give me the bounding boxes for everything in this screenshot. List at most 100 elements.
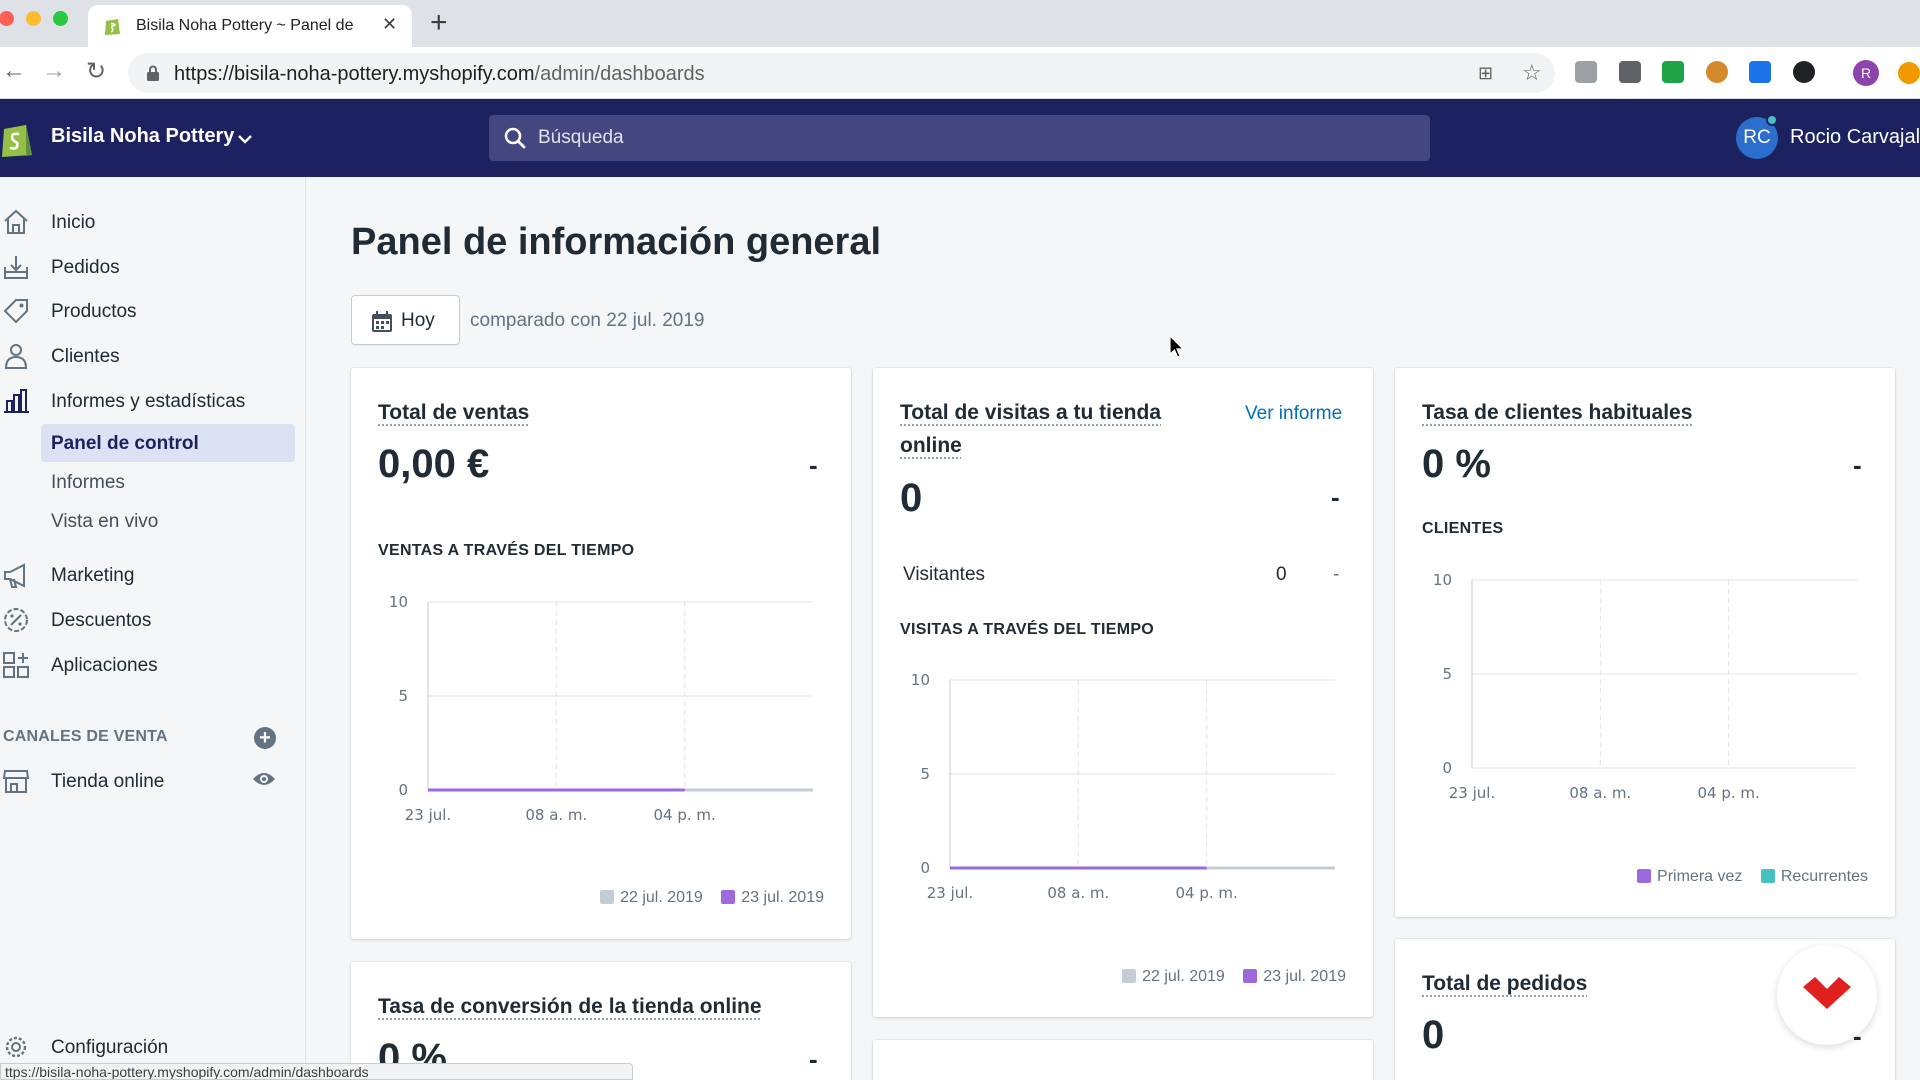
sidebar-item-marketing[interactable]: Marketing xyxy=(0,555,300,595)
update-icon[interactable] xyxy=(1898,62,1920,84)
x-tick-label: 04 p. m. xyxy=(654,806,716,824)
calendar-icon xyxy=(372,311,392,332)
status-bar-url: ttps://bisila-noha-pottery.myshopify.com… xyxy=(0,1063,633,1080)
tab-close-icon[interactable]: ✕ xyxy=(382,14,397,35)
translate-icon[interactable]: ⊞ xyxy=(1478,63,1493,84)
address-bar[interactable]: https://bisila-noha-pottery.myshopify.co… xyxy=(128,53,1555,93)
orders-card-title[interactable]: Total de pedidos xyxy=(1422,967,1587,1000)
search-input[interactable] xyxy=(538,125,1338,151)
admin-top-bar: Bisila Noha Pottery RC Rocio Carvajal xyxy=(0,99,1920,177)
sidebar-item-informes-estadisticas[interactable]: Informes y estadísticas xyxy=(0,381,300,421)
sales-total-value: 0,00 € xyxy=(378,442,490,486)
store-icon xyxy=(2,770,30,793)
new-tab-button[interactable]: + xyxy=(430,6,448,40)
bar-chart-icon xyxy=(4,389,29,413)
sidebar-item-label: Descuentos xyxy=(51,610,152,631)
sidebar-subitem-informes[interactable]: Informes xyxy=(41,463,295,501)
x-tick-label: 08 a. m. xyxy=(525,806,587,824)
sidebar-item-aplicaciones[interactable]: Aplicaciones xyxy=(0,645,300,685)
close-window-icon[interactable] xyxy=(0,11,14,26)
returning-rate-value: 0 % xyxy=(1422,442,1491,486)
y-tick-label: 0 xyxy=(920,859,930,877)
sales-change-indicator: - xyxy=(809,450,818,480)
visits-card-title[interactable]: Total de visitas a tu tienda online xyxy=(900,396,1161,462)
sidebar-subitem-label: Informes xyxy=(51,472,125,493)
sidebar-item-label: Configuración xyxy=(51,1037,169,1058)
y-tick-label: 0 xyxy=(398,781,408,799)
browser-profile-avatar[interactable]: R xyxy=(1853,60,1879,86)
orders-icon xyxy=(4,256,28,279)
view-report-link[interactable]: Ver informe xyxy=(1245,403,1342,425)
sidebar-subitem-panel-de-control[interactable]: Panel de control xyxy=(41,424,295,462)
y-tick-label: 5 xyxy=(1442,665,1452,683)
y-tick-label: 10 xyxy=(1433,571,1452,589)
orders-total-value: 0 xyxy=(1422,1013,1445,1057)
sidebar-item-inicio[interactable]: Inicio xyxy=(0,202,300,242)
sidebar-item-descuentos[interactable]: Descuentos xyxy=(0,600,300,640)
returning-customers-title[interactable]: Tasa de clientes habituales xyxy=(1422,396,1692,429)
x-tick-label: 23 jul. xyxy=(1449,784,1495,802)
browser-toolbar: ← → ↻ https://bisila-noha-pottery.myshop… xyxy=(0,47,1920,99)
reload-icon[interactable]: ↻ xyxy=(86,57,106,86)
camera-extension-icon[interactable] xyxy=(1575,61,1597,83)
browser-tab[interactable]: Bisila Noha Pottery ~ Panel de ✕ xyxy=(88,5,412,47)
x-tick-label: 04 p. m. xyxy=(1698,784,1760,802)
store-name[interactable]: Bisila Noha Pottery xyxy=(51,125,234,148)
heart-logo-icon xyxy=(1803,977,1851,1009)
sidebar-item-pedidos[interactable]: Pedidos xyxy=(0,247,300,287)
shopify-favicon-icon xyxy=(105,19,120,35)
tab-title: Bisila Noha Pottery ~ Panel de xyxy=(136,17,354,34)
sidebar-subitem-label: Panel de control xyxy=(51,433,199,454)
legend-item-current: 23 jul. 2019 xyxy=(721,889,824,906)
legend-item-previous: 22 jul. 2019 xyxy=(1122,968,1225,985)
sidebar-item-productos[interactable]: Productos xyxy=(0,291,300,331)
k-extension-icon[interactable] xyxy=(1793,61,1815,83)
megaphone-icon xyxy=(4,563,25,588)
y-tick-label: 10 xyxy=(389,593,408,611)
x-tick-label: 08 a. m. xyxy=(1047,884,1109,902)
search-icon xyxy=(504,127,526,149)
visitors-change: - xyxy=(1333,564,1340,585)
sidebar-item-clientes[interactable]: Clientes xyxy=(0,336,300,376)
cookie-extension-icon[interactable] xyxy=(1706,61,1728,83)
user-name[interactable]: Rocio Carvajal xyxy=(1790,126,1920,149)
y-tick-label: 5 xyxy=(398,687,408,705)
sales-card-title[interactable]: Total de ventas xyxy=(378,396,529,429)
visits-chart-heading: VISITAS A TRAVÉS DEL TIEMPO xyxy=(900,621,1155,638)
plus-extension-icon[interactable] xyxy=(1662,61,1684,83)
maximize-window-icon[interactable] xyxy=(53,11,68,26)
bookmark-star-icon[interactable]: ☆ xyxy=(1522,60,1542,86)
x-tick-label: 23 jul. xyxy=(405,806,451,824)
visits-card: Total de visitas a tu tienda online Ver i… xyxy=(873,368,1373,1017)
add-sales-channel-icon[interactable]: + xyxy=(254,727,276,749)
chevron-down-icon[interactable] xyxy=(236,130,254,148)
minimize-window-icon[interactable] xyxy=(26,11,41,26)
discount-icon xyxy=(4,608,28,632)
shopify-logo-icon[interactable] xyxy=(0,119,36,159)
returning-customers-card: Tasa de clientes habituales 0 % - CLIENT… xyxy=(1395,368,1895,917)
back-icon[interactable]: ← xyxy=(2,57,26,85)
conversion-card-title[interactable]: Tasa de conversión de la tienda online xyxy=(378,990,762,1023)
sidebar-item-label: Tienda online xyxy=(51,771,165,792)
grammarly-extension-icon[interactable] xyxy=(1619,61,1641,83)
x-tick-label: 08 a. m. xyxy=(1569,784,1631,802)
forward-icon[interactable]: → xyxy=(42,57,66,85)
date-range-label: Hoy xyxy=(401,310,435,331)
visits-total-value: 0 xyxy=(900,476,923,520)
sidebar-item-label: Inicio xyxy=(51,212,96,233)
screen-extension-icon[interactable] xyxy=(1749,61,1771,83)
date-range-button[interactable]: Hoy xyxy=(351,295,460,345)
customers-chart-heading: CLIENTES xyxy=(1422,520,1504,537)
legend-item-current: 23 jul. 2019 xyxy=(1243,968,1346,985)
visits-change-indicator: - xyxy=(1331,482,1340,512)
sidebar-item-configuracion[interactable]: Configuración xyxy=(0,1027,300,1067)
sales-chart-legend: 22 jul. 2019 23 jul. 2019 xyxy=(586,889,824,907)
sidebar-subitem-vista-en-vivo[interactable]: Vista en vivo xyxy=(41,502,295,540)
sidebar-item-label: Clientes xyxy=(51,346,120,367)
mouse-cursor-icon xyxy=(1169,335,1185,358)
eye-icon[interactable] xyxy=(252,770,276,788)
visits-chart-legend: 22 jul. 2019 23 jul. 2019 xyxy=(1108,968,1346,986)
sidebar: Inicio Pedidos Productos Clientes Inform… xyxy=(0,177,306,1080)
search-bar[interactable] xyxy=(489,115,1430,161)
next-card xyxy=(873,1040,1373,1080)
